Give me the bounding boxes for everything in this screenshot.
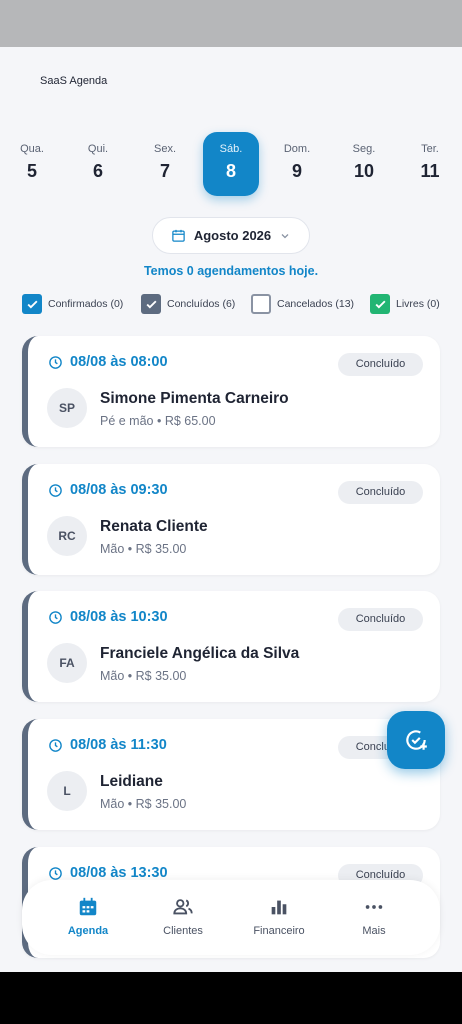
time-row: 08/08 às 08:00 [48,354,168,370]
app-title: SaaS Agenda [40,75,108,87]
appointment-card[interactable]: 08/08 às 08:00 Concluído SP Simone Pimen… [22,336,440,447]
nav-agenda[interactable]: Agenda [38,896,138,937]
appointment-time: 08/08 às 10:30 [70,609,168,625]
filter-label: Concluídos (6) [167,298,236,310]
service-price: Mão • R$ 35.00 [100,542,187,556]
day-name: Seg. [352,143,376,155]
nav-label: Financeiro [253,925,305,937]
clock-icon [49,610,62,624]
appointment-card[interactable]: 08/08 às 10:30 Concluído FA Franciele An… [22,591,440,702]
client-name: Simone Pimenta Carneiro [100,390,289,407]
chevron-down-icon [281,233,289,238]
time-row: 08/08 às 09:30 [48,482,168,498]
nav-mais[interactable]: Mais [324,896,424,937]
nav-financeiro[interactable]: Financeiro [229,896,329,937]
filter-confirmados[interactable]: Confirmados (0) [22,294,123,314]
clock-icon [49,738,62,752]
calendar-icon [79,897,97,916]
clock-icon [49,355,62,369]
checkbox-checked-icon[interactable] [141,294,161,314]
checkbox-checked-icon[interactable] [370,294,390,314]
bar-chart-icon [271,900,287,915]
service-price: Pé e mão • R$ 65.00 [100,414,216,428]
day-number: 11 [420,161,440,181]
day-name: Sáb. [219,143,243,155]
filter-label: Livres (0) [396,298,440,310]
appointment-time: 08/08 às 13:30 [70,865,168,881]
filter-label: Confirmados (0) [48,298,124,310]
day-name: Sex. [153,143,176,155]
filter-cancelados[interactable]: Cancelados (13) [251,294,354,314]
status-badge: Concluído [338,608,423,631]
checkbox-checked-icon[interactable] [22,294,42,314]
day-thu-6[interactable]: Qui. 6 [70,132,126,196]
client-name: Renata Cliente [100,518,208,535]
day-name: Qua. [20,143,44,155]
month-label: Agosto 2026 [193,228,272,243]
client-avatar: L [47,771,87,811]
service-price: Mão • R$ 35.00 [100,669,187,683]
client-avatar: RC [47,516,87,556]
checkbox-empty-icon[interactable] [251,294,271,314]
client-name: Franciele Angélica da Silva [100,645,300,662]
day-name: Qui. [87,143,109,155]
appointment-card[interactable]: 08/08 às 09:30 Concluído RC Renata Clien… [22,464,440,575]
client-avatar: FA [47,643,87,683]
day-fri-7[interactable]: Sex. 7 [137,132,193,196]
clock-icon [49,866,62,880]
day-number: 8 [225,161,236,181]
day-number: 10 [353,161,375,181]
client-name: Leidiane [100,773,163,790]
nav-label: Clientes [163,925,203,937]
nav-clientes[interactable]: Clientes [133,896,233,937]
day-mon-10[interactable]: Seg. 10 [336,132,392,196]
day-wed-5[interactable]: Qua. 5 [4,132,60,196]
app-screen: SaaS Agenda Qua. 5 Qui. 6 Sex. 7 Sáb. 8 … [0,47,462,972]
day-name: Ter. [421,143,439,155]
time-row: 08/08 às 11:30 [48,737,167,753]
filter-concluidos[interactable]: Concluídos (6) [141,294,235,314]
time-row: 08/08 às 10:30 [48,609,168,625]
calendar-icon [172,229,185,242]
appointment-card[interactable]: 08/08 às 11:30 Concluído L Leidiane Mão … [22,719,440,830]
system-navigation-bar [0,972,462,1024]
bottom-navigation: Agenda Clientes Financeiro Mais [22,880,440,955]
nav-label: Agenda [67,925,109,937]
day-number: 9 [291,161,302,181]
appointment-time: 08/08 às 09:30 [70,482,168,498]
status-filters: Confirmados (0) Concluídos (6) Cancelado… [22,294,452,314]
filter-label: Cancelados (13) [277,298,355,310]
appointment-time: 08/08 às 08:00 [70,354,168,370]
month-selector[interactable]: Agosto 2026 [152,217,310,254]
filter-livres[interactable]: Livres (0) [370,294,440,314]
users-icon [173,899,193,915]
client-avatar: SP [47,388,87,428]
new-appointment-button[interactable] [387,711,445,769]
status-badge: Concluído [338,353,423,376]
status-badge: Concluído [338,481,423,504]
time-row: 08/08 às 13:30 [48,865,168,881]
day-sat-8-selected[interactable]: Sáb. 8 [203,132,259,196]
clock-icon [49,483,62,497]
summary-text: Temos 0 agendamentos hoje. [143,264,319,278]
system-status-bar [0,0,462,47]
service-price: Mão • R$ 35.00 [100,797,187,811]
day-number: 5 [26,161,37,181]
day-tue-11[interactable]: Ter. 11 [402,132,458,196]
more-dots-icon [365,905,383,909]
appointment-time: 08/08 às 11:30 [70,737,167,753]
calendar-check-add-icon [406,730,427,750]
nav-label: Mais [362,925,386,937]
day-number: 7 [159,161,170,181]
day-sun-9[interactable]: Dom. 9 [269,132,325,196]
day-name: Dom. [283,143,311,155]
day-number: 6 [92,161,103,181]
week-day-selector: Qua. 5 Qui. 6 Sex. 7 Sáb. 8 Dom. 9 Seg. … [0,132,462,196]
